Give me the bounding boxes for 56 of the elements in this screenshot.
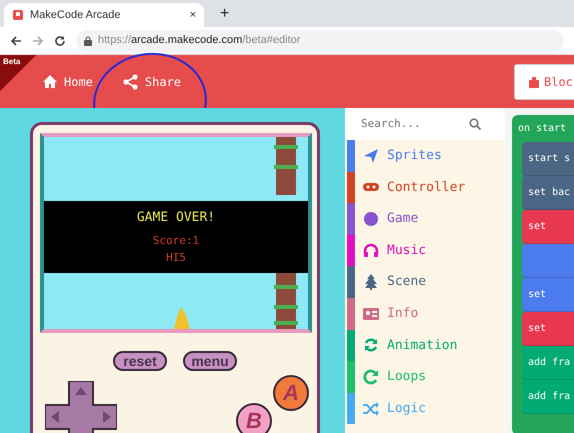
share-icon (122, 74, 139, 90)
blocks-toggle-button[interactable]: Bloc (514, 64, 574, 100)
search-icon (469, 118, 481, 130)
search-input[interactable]: Search... (359, 114, 469, 134)
favicon-icon (12, 9, 24, 21)
toolbox-category[interactable]: Sprites (345, 140, 505, 172)
toolbox-category[interactable]: Logic (345, 392, 505, 424)
close-tab-button[interactable]: × (190, 6, 196, 24)
tree-trunk-drawing (274, 271, 298, 329)
reload-icon[interactable] (54, 34, 66, 46)
paper-plane-icon (363, 148, 379, 164)
toolbox-category[interactable]: Animation (345, 330, 505, 362)
reset-button[interactable]: reset (113, 351, 167, 371)
browser-tab[interactable]: MakeCode Arcade × (4, 3, 204, 27)
high-score-text: HI5 (166, 250, 186, 266)
lock-icon (84, 36, 92, 46)
game-over-text: GAME OVER! (136, 208, 216, 227)
tree-icon (363, 274, 379, 290)
code-block[interactable]: add fra (522, 346, 574, 380)
toolbox-category[interactable]: Game (345, 203, 505, 235)
code-block[interactable]: set (522, 278, 574, 312)
beta-label: Beta (3, 56, 20, 68)
toolbox-category[interactable]: Music (345, 234, 505, 266)
menu-button[interactable]: menu (183, 351, 237, 371)
refresh-icon (363, 337, 379, 354)
toolbox-category[interactable]: Controller (345, 172, 505, 204)
toolbox-category[interactable]: Info (345, 298, 505, 330)
puzzle-piece-icon (529, 76, 539, 88)
code-block[interactable]: set bac (522, 176, 574, 210)
d-pad[interactable] (45, 381, 117, 433)
circle-icon (363, 210, 379, 227)
code-block[interactable]: add fra (522, 380, 574, 414)
code-block[interactable]: start s (522, 142, 574, 176)
back-icon[interactable] (10, 34, 22, 46)
bird-sprite-drawing (172, 307, 190, 329)
tree-trunk-drawing (274, 137, 298, 195)
shuffle-icon (363, 400, 379, 417)
share-button[interactable]: Share (122, 72, 182, 90)
b-button[interactable]: B (236, 403, 272, 433)
home-icon (42, 74, 58, 90)
id-card-icon (363, 306, 379, 322)
search-field[interactable]: Search... (345, 108, 505, 140)
block-label: on start (517, 122, 568, 136)
code-block[interactable]: set (522, 210, 574, 244)
score-text: Score:1 (152, 233, 200, 250)
code-block[interactable]: set (522, 312, 574, 346)
toolbox-category[interactable]: Loops (345, 361, 505, 393)
tab-title: MakeCode Arcade (30, 8, 122, 23)
redo-icon (363, 368, 379, 385)
home-button[interactable]: Home (42, 72, 93, 90)
toolbox-category[interactable]: Scene (345, 266, 505, 298)
a-button[interactable]: A (273, 375, 309, 411)
headphones-icon (363, 242, 379, 259)
url-text: https://arcade.makecode.com/beta#editor (98, 33, 300, 48)
new-tab-button[interactable]: + (220, 2, 230, 26)
address-bar[interactable]: https://arcade.makecode.com/beta#editor (76, 30, 564, 52)
